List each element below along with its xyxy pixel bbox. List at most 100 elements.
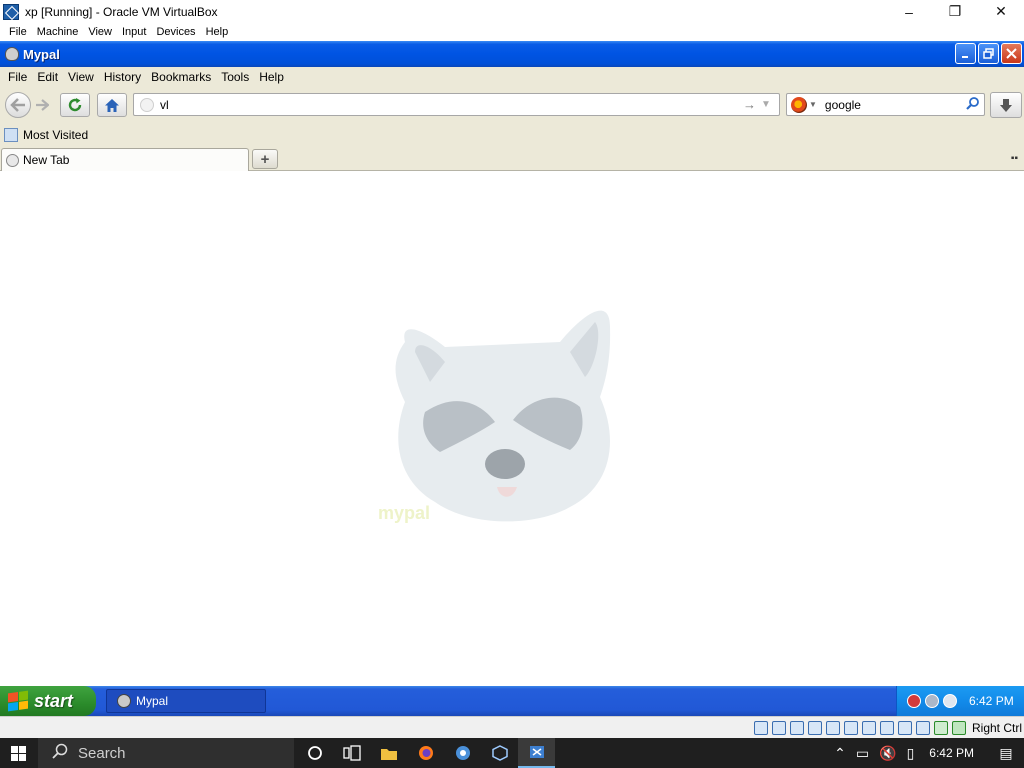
security-shield-icon[interactable] — [907, 694, 921, 708]
xp-taskbar: start Mypal 6:42 PM — [0, 686, 1024, 716]
host-menu-file[interactable]: File — [4, 26, 32, 38]
task-view-icon[interactable] — [333, 738, 370, 768]
windows-start-button[interactable] — [0, 738, 36, 768]
search-engine-icon[interactable] — [791, 96, 807, 113]
browser-window-controls — [955, 43, 1022, 64]
mypal-tray-icon[interactable] — [925, 694, 939, 708]
downloads-button[interactable] — [990, 92, 1022, 118]
menu-file[interactable]: File — [3, 70, 32, 84]
host-menu-input[interactable]: Input — [117, 26, 151, 38]
virtualbox-vm-taskbar-icon[interactable] — [518, 738, 555, 768]
mypal-app-icon — [5, 47, 19, 61]
show-hidden-icons-chevron-icon[interactable]: ⌃ — [829, 745, 851, 762]
browser-minimize-button[interactable] — [955, 43, 976, 64]
keyboard-capture-icon[interactable] — [951, 720, 966, 735]
network-tray-icon[interactable] — [943, 694, 957, 708]
windows-clock[interactable]: 6:42 PM — [919, 746, 988, 760]
menu-help[interactable]: Help — [254, 70, 289, 84]
mypal-brand-text: mypal — [378, 503, 431, 523]
hard-disk-icon[interactable] — [753, 720, 768, 735]
xp-start-button[interactable]: start — [0, 686, 96, 716]
raccoon-mascot-image — [395, 310, 611, 522]
host-menu-machine[interactable]: Machine — [32, 26, 84, 38]
search-bar[interactable]: ▼ google — [786, 93, 985, 116]
host-menu-devices[interactable]: Devices — [151, 26, 200, 38]
new-tab-button[interactable]: + — [252, 149, 278, 169]
guest-additions-icon[interactable] — [933, 720, 948, 735]
virtualbox-taskbar-icon[interactable] — [481, 738, 518, 768]
shared-folders-icon[interactable] — [843, 720, 858, 735]
virtualbox-icon — [3, 3, 19, 20]
list-all-tabs-icon[interactable]: ▪▪ — [1011, 153, 1018, 164]
firefox-icon[interactable] — [407, 738, 444, 768]
home-group — [97, 92, 127, 118]
recording-icon[interactable] — [879, 720, 894, 735]
host-titlebar: xp [Running] - Oracle VM VirtualBox – ❐ … — [0, 0, 1024, 23]
host-restore-button[interactable]: ❐ — [932, 0, 978, 23]
audio-icon[interactable] — [789, 720, 804, 735]
cortana-icon[interactable] — [296, 738, 333, 768]
menu-edit[interactable]: Edit — [32, 70, 63, 84]
xp-clock: 6:42 PM — [969, 694, 1014, 708]
bookmark-most-visited[interactable]: Most Visited — [23, 128, 88, 142]
forward-button[interactable] — [31, 94, 53, 116]
download-arrow-icon — [1000, 98, 1012, 112]
back-forward-group — [5, 92, 53, 118]
mypal-taskbar-icon — [117, 694, 131, 708]
reload-icon — [68, 98, 82, 112]
file-explorer-icon[interactable] — [370, 738, 407, 768]
address-input[interactable]: vl — [160, 98, 743, 112]
mouse-integration-icon[interactable] — [915, 720, 930, 735]
tab-strip: New Tab + ▪▪ — [0, 146, 1024, 171]
battery-icon[interactable]: ▯ — [902, 745, 920, 762]
taskbar-item-label: Mypal — [136, 694, 169, 708]
reload-group — [60, 92, 90, 118]
host-minimize-button[interactable]: – — [886, 0, 932, 23]
browser-close-button[interactable] — [1001, 43, 1022, 64]
address-bar[interactable]: vl → ▼ — [133, 93, 780, 116]
close-icon — [1006, 48, 1017, 59]
home-button[interactable] — [97, 93, 127, 117]
menu-tools[interactable]: Tools — [216, 70, 254, 84]
menu-history[interactable]: History — [99, 70, 146, 84]
host-menu-help[interactable]: Help — [201, 26, 234, 38]
usb-icon[interactable] — [825, 720, 840, 735]
action-center-icon[interactable]: ▤ — [988, 745, 1024, 762]
volume-muted-icon[interactable]: 🔇 — [874, 745, 901, 762]
chrome-icon[interactable] — [444, 738, 481, 768]
host-key-label: Right Ctrl — [971, 720, 1022, 735]
bookmarks-toolbar: Most Visited — [0, 124, 1024, 146]
search-magnifier-icon[interactable] — [966, 96, 984, 113]
windows-search-box[interactable]: Search — [38, 738, 294, 768]
network-adapter-icon[interactable] — [807, 720, 822, 735]
minimize-icon — [961, 55, 968, 58]
browser-restore-button[interactable] — [978, 43, 999, 64]
host-close-button[interactable]: ✕ — [978, 0, 1024, 23]
host-menubar: File Machine View Input Devices Help — [0, 23, 1024, 41]
xp-system-tray: 6:42 PM — [896, 686, 1024, 716]
back-button[interactable] — [5, 92, 31, 118]
windows-search-label: Search — [78, 744, 126, 762]
menu-bookmarks[interactable]: Bookmarks — [146, 70, 216, 84]
reload-button[interactable] — [60, 93, 90, 117]
home-icon — [105, 98, 119, 112]
optical-drive-icon[interactable] — [771, 720, 786, 735]
pinned-apps — [296, 738, 555, 768]
network-icon[interactable]: ▭ — [851, 745, 874, 762]
windows-flag-icon — [8, 690, 28, 712]
navigation-toolbar: vl → ▼ ▼ google — [0, 87, 1024, 124]
display-icon[interactable] — [861, 720, 876, 735]
menu-view[interactable]: View — [63, 70, 99, 84]
windows-logo-icon — [10, 745, 26, 761]
search-input[interactable]: google — [825, 98, 966, 112]
tab-new-tab[interactable]: New Tab — [1, 148, 249, 171]
taskbar-item-mypal[interactable]: Mypal — [106, 689, 266, 713]
most-visited-folder-icon — [4, 128, 18, 142]
go-arrow-icon[interactable]: → — [743, 97, 761, 112]
engine-dropdown-icon[interactable]: ▼ — [809, 100, 817, 109]
history-dropdown-icon[interactable]: ▼ — [761, 99, 779, 110]
cpu-icon[interactable] — [897, 720, 912, 735]
host-menu-view[interactable]: View — [83, 26, 117, 38]
forward-arrow-icon — [36, 99, 49, 111]
tab-label: New Tab — [23, 153, 70, 167]
